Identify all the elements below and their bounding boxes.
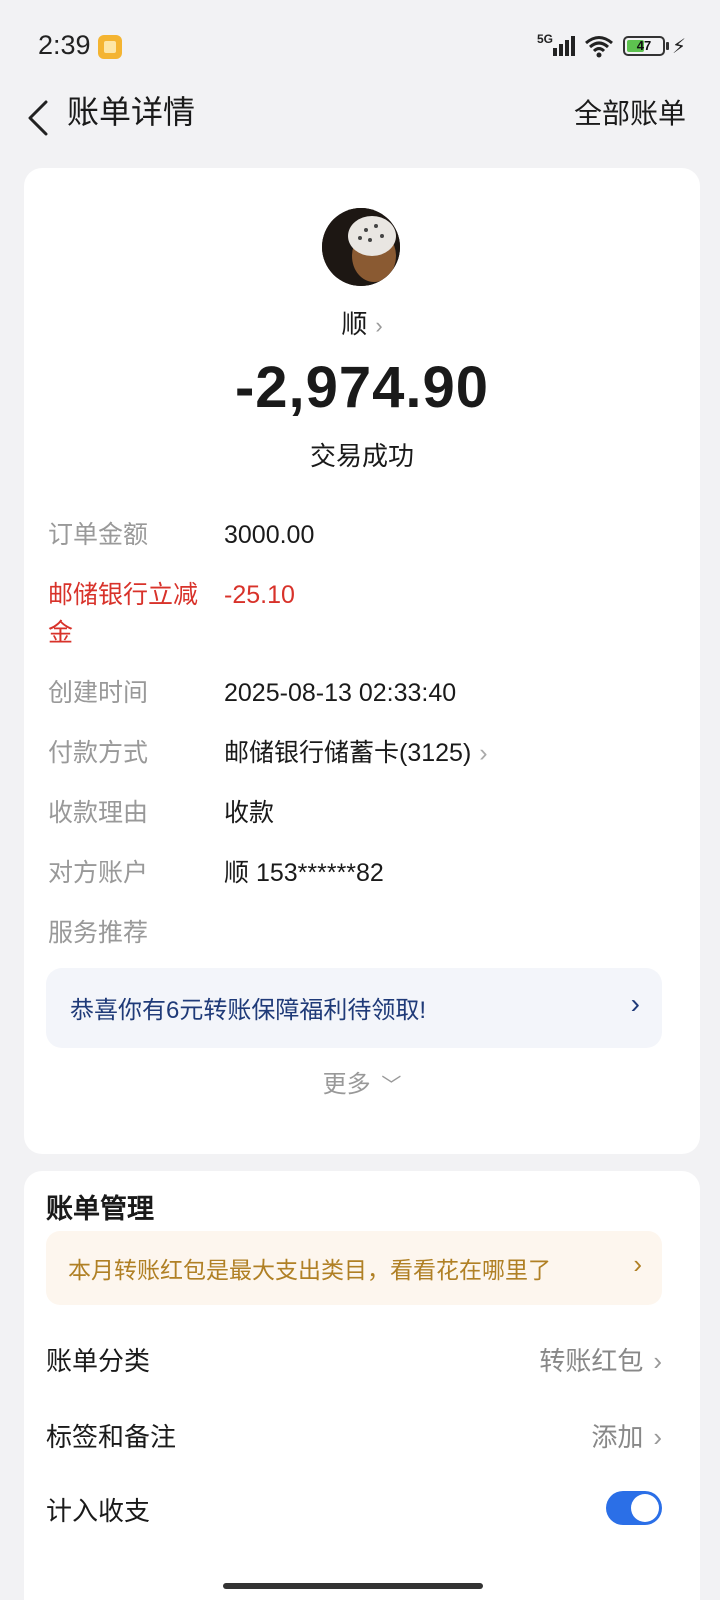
- bill-management-card: 账单管理 本月转账红包是最大支出类目，看看花在哪里了 › 账单分类 转账红包 › …: [24, 1171, 700, 1600]
- promo-text: 恭喜你有6元转账保障福利待领取!: [70, 997, 427, 1024]
- detail-label: 付款方式: [48, 739, 149, 767]
- add-label: 添加: [591, 1422, 644, 1452]
- transaction-card: 顺 › -2,974.90 交易成功 订单金额 3000.00 邮储银行立减金 -…: [24, 168, 700, 1154]
- detail-label: 订单金额: [48, 521, 149, 549]
- status-time: 2:39: [38, 30, 91, 60]
- detail-value: 收款: [224, 799, 275, 827]
- spending-insight-banner[interactable]: 本月转账红包是最大支出类目，看看花在哪里了 ›: [46, 1231, 662, 1305]
- detail-label: 邮储银行立减金: [48, 581, 199, 647]
- row-value: 转账红包 ›: [539, 1341, 662, 1378]
- network-type-label: 5G: [537, 32, 554, 46]
- detail-value: 2025-08-13 02:33:40: [224, 679, 457, 707]
- more-label: 更多: [322, 1071, 371, 1098]
- promo-banner[interactable]: 恭喜你有6元转账保障福利待领取! ›: [46, 968, 662, 1048]
- notification-app-icon: [98, 35, 122, 59]
- chevron-right-icon: ›: [375, 313, 383, 338]
- chevron-right-icon: ›: [479, 739, 488, 767]
- bill-category-row[interactable]: 账单分类 转账红包 ›: [46, 1341, 662, 1381]
- transaction-status: 交易成功: [309, 441, 414, 471]
- battery-icon: 47: [623, 36, 669, 56]
- chevron-right-icon: ›: [630, 988, 640, 1019]
- avatar[interactable]: [322, 208, 400, 286]
- include-in-budget-toggle[interactable]: [606, 1491, 662, 1525]
- nav-bar: 账单详情 全部账单: [0, 92, 720, 156]
- charging-icon: ⚡: [672, 36, 687, 58]
- row-label: 标签和备注: [46, 1422, 177, 1452]
- payment-method-text: 邮储银行储蓄卡(3125): [224, 739, 472, 767]
- insight-text: 本月转账红包是最大支出类目，看看花在哪里了: [68, 1257, 551, 1283]
- cellular-signal-icon: 5G: [537, 32, 577, 58]
- detail-value: 顺 153******82: [224, 859, 384, 887]
- detail-label: 创建时间: [48, 679, 149, 707]
- chevron-right-icon: ›: [633, 1249, 642, 1279]
- payee-label: 顺: [341, 309, 368, 339]
- detail-label: 对方账户: [48, 859, 149, 887]
- section-title: 账单管理: [46, 1194, 154, 1224]
- payee-name[interactable]: 顺 ›: [24, 304, 700, 341]
- page-title: 账单详情: [67, 94, 196, 130]
- category-value: 转账红包: [539, 1346, 644, 1376]
- chevron-right-icon: ›: [653, 1422, 662, 1452]
- home-indicator[interactable]: [223, 1583, 483, 1589]
- all-bills-button[interactable]: 全部账单: [574, 96, 686, 132]
- row-value: 添加 ›: [591, 1417, 662, 1454]
- more-button[interactable]: 更多 ﹀: [24, 1064, 700, 1099]
- battery-level: 47: [636, 38, 652, 53]
- include-in-budget-row: 计入收支: [46, 1491, 662, 1531]
- detail-value: 3000.00: [224, 521, 315, 549]
- wifi-icon: [585, 36, 613, 58]
- toggle-knob: [631, 1494, 659, 1522]
- detail-value: 邮储银行储蓄卡(3125) ›: [224, 734, 488, 772]
- chevron-down-icon: ﹀: [381, 1075, 402, 1097]
- row-label: 计入收支: [46, 1496, 151, 1526]
- detail-value: -25.10: [224, 581, 295, 609]
- tags-notes-row[interactable]: 标签和备注 添加 ›: [46, 1417, 662, 1457]
- chevron-right-icon: ›: [653, 1346, 662, 1376]
- status-bar: 2:39 5G 47 ⚡: [0, 0, 720, 92]
- detail-label: 服务推荐: [48, 919, 149, 947]
- transaction-amount: -2,974.90: [234, 355, 490, 420]
- row-label: 账单分类: [46, 1346, 151, 1376]
- back-icon[interactable]: [22, 98, 58, 138]
- detail-label: 收款理由: [48, 799, 149, 827]
